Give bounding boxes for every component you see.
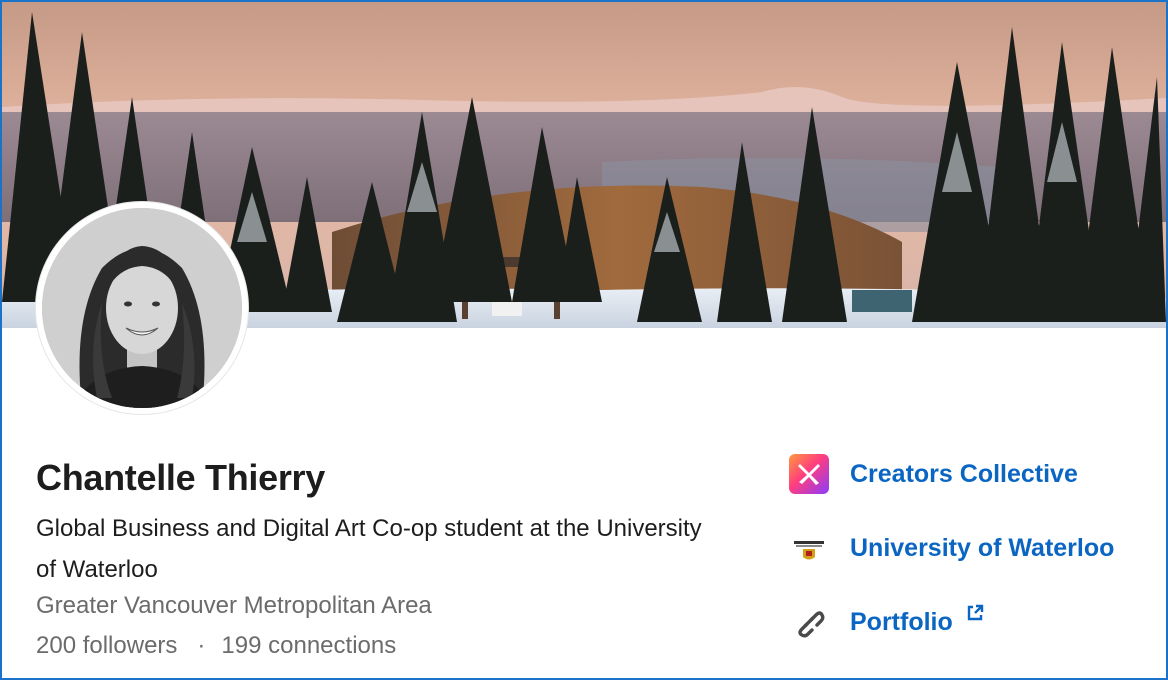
profile-location: Greater Vancouver Metropolitan Area xyxy=(36,592,432,619)
creators-collective-logo xyxy=(788,453,830,495)
external-link-icon xyxy=(965,603,985,628)
profile-avatar[interactable] xyxy=(36,202,248,414)
profile-name: Chantelle Thierry xyxy=(36,457,325,498)
profile-stats: 200 followers · 199 connections xyxy=(36,632,396,660)
followers-count[interactable]: 200 followers xyxy=(36,632,177,659)
profile-headline: Global Business and Digital Art Co-op st… xyxy=(36,515,702,583)
university-of-waterloo-logo xyxy=(788,527,830,569)
profile-card: Chantelle Thierry Global Business and Di… xyxy=(0,0,1168,680)
link-label-university-of-waterloo[interactable]: University of Waterloo xyxy=(850,534,1114,563)
link-creators-collective[interactable]: Creators Collective xyxy=(788,452,1078,496)
link-icon xyxy=(788,601,830,643)
link-label-portfolio[interactable]: Portfolio xyxy=(850,608,953,637)
stats-separator: · xyxy=(197,632,206,659)
link-portfolio[interactable]: Portfolio xyxy=(788,600,985,644)
connections-count[interactable]: 199 connections xyxy=(221,632,396,659)
profile-photo xyxy=(42,208,242,408)
link-label-creators-collective[interactable]: Creators Collective xyxy=(850,460,1078,489)
link-university-of-waterloo[interactable]: University of Waterloo xyxy=(788,526,1114,570)
